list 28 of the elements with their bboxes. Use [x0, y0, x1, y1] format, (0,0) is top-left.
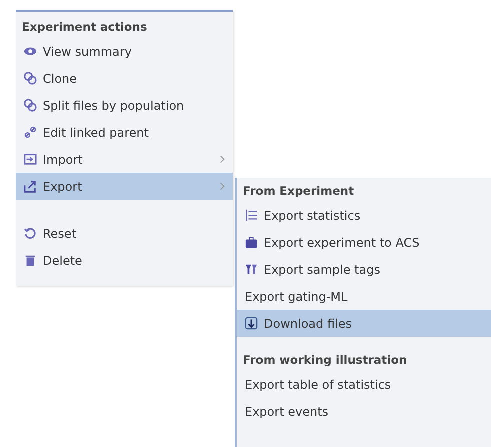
clone-icon	[24, 99, 37, 112]
menu-item[interactable]: Export events	[237, 398, 491, 425]
export-icon	[24, 180, 37, 193]
menu-item[interactable]: Reset	[16, 220, 233, 247]
menu-item[interactable]: Split files by population	[16, 92, 233, 119]
reset-icon	[24, 227, 37, 240]
menu-item[interactable]: Export table of statistics	[237, 371, 491, 398]
section-heading: From working illustration	[242, 352, 408, 369]
briefcase-icon	[245, 236, 258, 249]
menu-item[interactable]: Edit linked parent	[16, 119, 233, 146]
clone-icon	[24, 72, 37, 85]
section-heading: From Experiment	[242, 183, 356, 200]
import-icon	[24, 153, 37, 166]
trash-icon	[24, 254, 37, 267]
menu-item[interactable]: Export gating-ML	[237, 283, 491, 310]
menu-item[interactable]: Delete	[16, 247, 233, 274]
menu-heading: Experiment actions	[21, 19, 148, 36]
menu-item[interactable]: Clone	[16, 65, 233, 92]
menu-item[interactable]: View summary	[16, 38, 233, 65]
menu-item[interactable]: Export experiment to ACS	[237, 229, 491, 256]
list-icon	[245, 209, 258, 222]
menu-item[interactable]: Export sample tags	[237, 256, 491, 283]
menu-item[interactable]: Export statistics	[237, 202, 491, 229]
menu-item[interactable]: Import	[16, 146, 233, 173]
download-icon	[245, 317, 258, 330]
menu-item[interactable]: Export	[16, 173, 233, 200]
menu-item[interactable]: Download files	[237, 310, 491, 337]
eye-icon	[24, 45, 37, 58]
